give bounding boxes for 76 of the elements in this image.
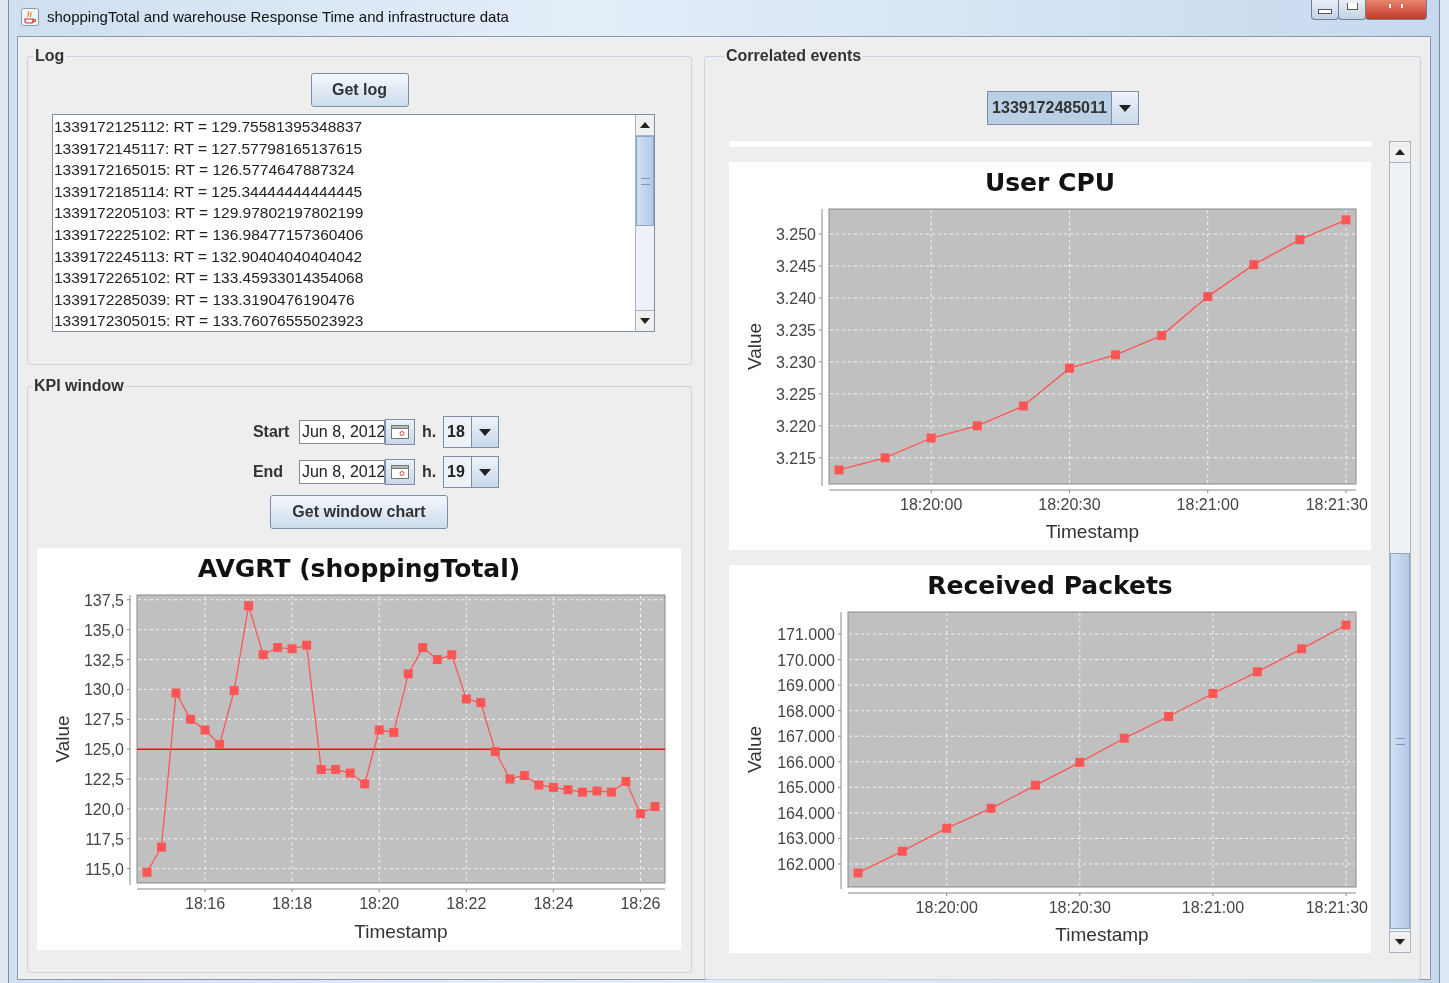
tick-label: 18:20:30 — [1048, 899, 1111, 916]
tick-label: 135,0 — [83, 621, 124, 639]
axis-label: Timestamp — [1045, 521, 1140, 542]
hour-dropdown[interactable]: 19 — [443, 456, 500, 488]
group-title: Log — [34, 47, 66, 65]
log-line: 1339172245113: RT = 132.90404040404042 — [54, 246, 364, 267]
tick-label: 162.000 — [777, 856, 835, 873]
tick-label: 125,0 — [83, 741, 124, 759]
tick-label: 165.000 — [777, 779, 835, 797]
tick-label: 137,5 — [83, 591, 124, 609]
tick-label: 3.235 — [775, 321, 816, 339]
field-label: Start — [252, 423, 291, 441]
tick-label: 18:26 — [620, 895, 661, 912]
tick-label: 18:20:00 — [915, 899, 978, 916]
tick-label: 18:21:30 — [1305, 496, 1368, 513]
date-field[interactable]: Jun 8, 2012 — [298, 420, 385, 444]
tick-label: 132,5 — [83, 651, 124, 669]
tick-label: 3.220 — [775, 417, 816, 435]
tick-label: 166.000 — [777, 753, 835, 771]
log-line: 1339172305015: RT = 133.76076555023923 — [54, 311, 365, 331]
hour-dropdown[interactable]: 18 — [443, 416, 500, 448]
tick-label: 3.250 — [775, 225, 816, 243]
group-title: Correlated events — [725, 47, 863, 65]
axis-label: Value — [52, 715, 73, 763]
log-line: 1339172185114: RT = 125.34444444444445 — [54, 181, 364, 202]
tick-label: 164.000 — [777, 804, 835, 822]
tick-label: 18:24 — [533, 895, 574, 912]
tick-label: 120,0 — [83, 800, 124, 818]
hour-label: h. — [421, 423, 437, 441]
tick-label: 18:16 — [185, 895, 226, 912]
tick-label: 3.240 — [775, 289, 816, 307]
window-title: shoppingTotal and warehouse Response Time and infrastructure data — [47, 8, 509, 26]
tick-label: 3.230 — [775, 353, 816, 371]
get-log-button[interactable]: Get log — [310, 73, 409, 107]
tick-label: 18:20:30 — [1038, 496, 1101, 513]
tick-label: 122,5 — [83, 771, 124, 789]
log-line: 1339172205103: RT = 129.97802197802199 — [54, 203, 365, 224]
tick-label: 115,0 — [85, 860, 124, 878]
tick-label: 18:20 — [359, 895, 400, 912]
tick-label: 18:22 — [446, 895, 487, 912]
group-title: KPI window — [33, 377, 125, 395]
tick-label: 130,0 — [83, 681, 124, 699]
tick-label: 3.245 — [775, 257, 816, 275]
log-line: 1339172125112: RT = 129.75581395348837 — [54, 117, 364, 137]
tick-label: 18:21:00 — [1181, 899, 1245, 916]
hour-label: h. — [421, 463, 437, 481]
log-line: 1339172265102: RT = 133.45933014354068 — [54, 268, 365, 289]
tick-label: 171.000 — [777, 626, 835, 643]
tick-label: 3.215 — [775, 449, 816, 467]
tick-label: 167.000 — [777, 728, 835, 746]
event-dropdown[interactable]: 1339172485011 — [987, 91, 1139, 125]
chart-title: AVGRT (shoppingTotal) — [197, 554, 521, 583]
chart-title: Received Packets — [927, 571, 1173, 600]
tick-label: 127,5 — [83, 711, 124, 729]
tick-label: 3.225 — [775, 385, 816, 403]
log-line: 1339172145117: RT = 127.57798165137615 — [54, 138, 364, 159]
tick-label: 18:20:00 — [900, 496, 963, 513]
tick-label: 117,5 — [85, 830, 124, 848]
axis-label: Value — [744, 322, 765, 371]
log-line: 1339172225102: RT = 136.98477157360406 — [54, 224, 365, 245]
axis-label: Timestamp — [1055, 924, 1149, 945]
axis-label: Value — [744, 725, 765, 774]
tick-label: 18:21:30 — [1305, 899, 1368, 916]
log-line: 1339172285039: RT = 133.3190476190476 — [54, 289, 356, 310]
tick-label: 18:18 — [272, 895, 313, 912]
tick-label: 169.000 — [777, 677, 835, 695]
chart-title: User CPU — [984, 168, 1116, 197]
tick-label: 168.000 — [777, 702, 835, 720]
axis-label: Timestamp — [354, 921, 448, 942]
date-field[interactable]: Jun 8, 2012 — [298, 460, 385, 484]
field-label: End — [252, 463, 285, 481]
get-window-chart-button[interactable]: Get window chart — [270, 495, 448, 529]
tick-label: 170.000 — [777, 651, 835, 669]
tick-label: 163.000 — [777, 830, 835, 848]
log-line: 1339172165015: RT = 126.5774647887324 — [54, 160, 356, 181]
tick-label: 18:21:00 — [1176, 496, 1239, 513]
